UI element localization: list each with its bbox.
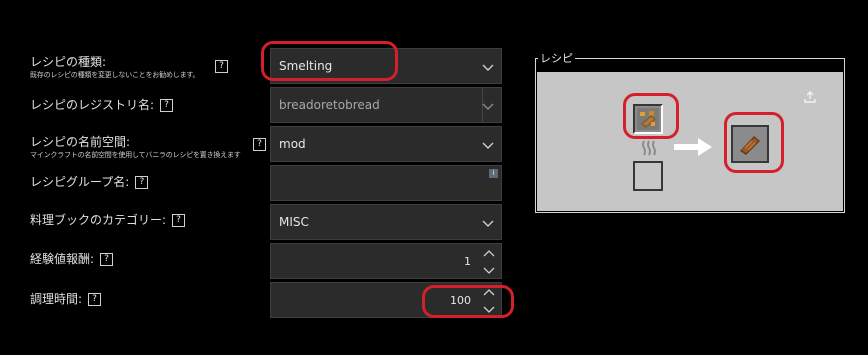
annotation-highlight <box>422 285 514 318</box>
recipe-editor-panel: レシピの種類: 既存のレシピの種類を変更しないことをお勧めします。 ? Smel… <box>0 0 868 355</box>
book-category-value: MISC <box>279 215 309 229</box>
xp-reward-spinner[interactable]: 1 <box>270 243 502 279</box>
registry-name-field[interactable]: breadoretobread <box>270 87 502 123</box>
xp-reward-value: 1 <box>464 255 471 268</box>
registry-name-value: breadoretobread <box>279 98 380 112</box>
recipe-type-label: レシピの種類: <box>30 53 106 70</box>
cooking-time-help-icon[interactable]: ? <box>88 293 102 306</box>
chevron-down-icon[interactable] <box>481 99 495 113</box>
upload-icon[interactable] <box>803 90 817 104</box>
recipe-type-help-icon[interactable]: ? <box>215 60 228 73</box>
group-name-label: レシピグループ名:? <box>30 173 149 190</box>
recipe-type-hint: 既存のレシピの種類を変更しないことをお勧めします。 <box>30 71 200 79</box>
group-name-label-text: レシピグループ名: <box>30 175 130 189</box>
namespace-help-icon[interactable]: ? <box>253 138 266 151</box>
namespace-hint: マインクラフトの名前空間を使用してバニラのレシピを置き換えます <box>30 151 241 159</box>
xp-reward-label-text: 経験値報酬: <box>30 252 95 266</box>
chevron-down-icon <box>482 220 494 227</box>
namespace-label: レシピの名前空間: <box>30 133 130 150</box>
namespace-select[interactable]: mod <box>270 126 502 162</box>
recipe-preview-legend: レシピ <box>538 50 575 66</box>
book-category-label: 料理ブックのカテゴリー:? <box>30 211 186 228</box>
namespace-value: mod <box>279 137 306 151</box>
chevron-up-icon[interactable] <box>480 246 498 262</box>
registry-name-help-icon[interactable]: ? <box>160 99 174 112</box>
book-category-help-icon[interactable]: ? <box>172 214 186 227</box>
xp-reward-label: 経験値報酬:? <box>30 250 114 267</box>
group-name-input[interactable]: i <box>270 165 502 201</box>
chevron-down-icon <box>482 64 494 71</box>
chevron-down-icon[interactable] <box>480 262 498 278</box>
fuel-slot[interactable] <box>633 161 663 191</box>
registry-name-label-text: レシピのレジストリ名: <box>30 98 155 112</box>
arrow-right-icon <box>674 138 712 156</box>
cooking-time-label-text: 調理時間: <box>30 292 83 306</box>
registry-name-label: レシピのレジストリ名:? <box>30 96 174 113</box>
annotation-highlight <box>261 41 398 81</box>
chevron-down-icon <box>482 142 494 149</box>
namespace-label-text: レシピの名前空間: <box>30 135 131 149</box>
book-category-label-text: 料理ブックのカテゴリー: <box>30 213 167 227</box>
recipe-type-label-text: レシピの種類: <box>30 55 107 69</box>
cooking-time-label: 調理時間:? <box>30 290 102 307</box>
annotation-highlight <box>724 112 784 173</box>
info-icon[interactable]: i <box>489 169 498 178</box>
book-category-select[interactable]: MISC <box>270 204 502 240</box>
recipe-preview-grid <box>537 72 843 211</box>
group-name-help-icon[interactable]: ? <box>135 176 149 189</box>
xp-reward-help-icon[interactable]: ? <box>100 253 114 266</box>
fire-heat-icon <box>642 140 656 156</box>
annotation-highlight <box>623 93 679 139</box>
